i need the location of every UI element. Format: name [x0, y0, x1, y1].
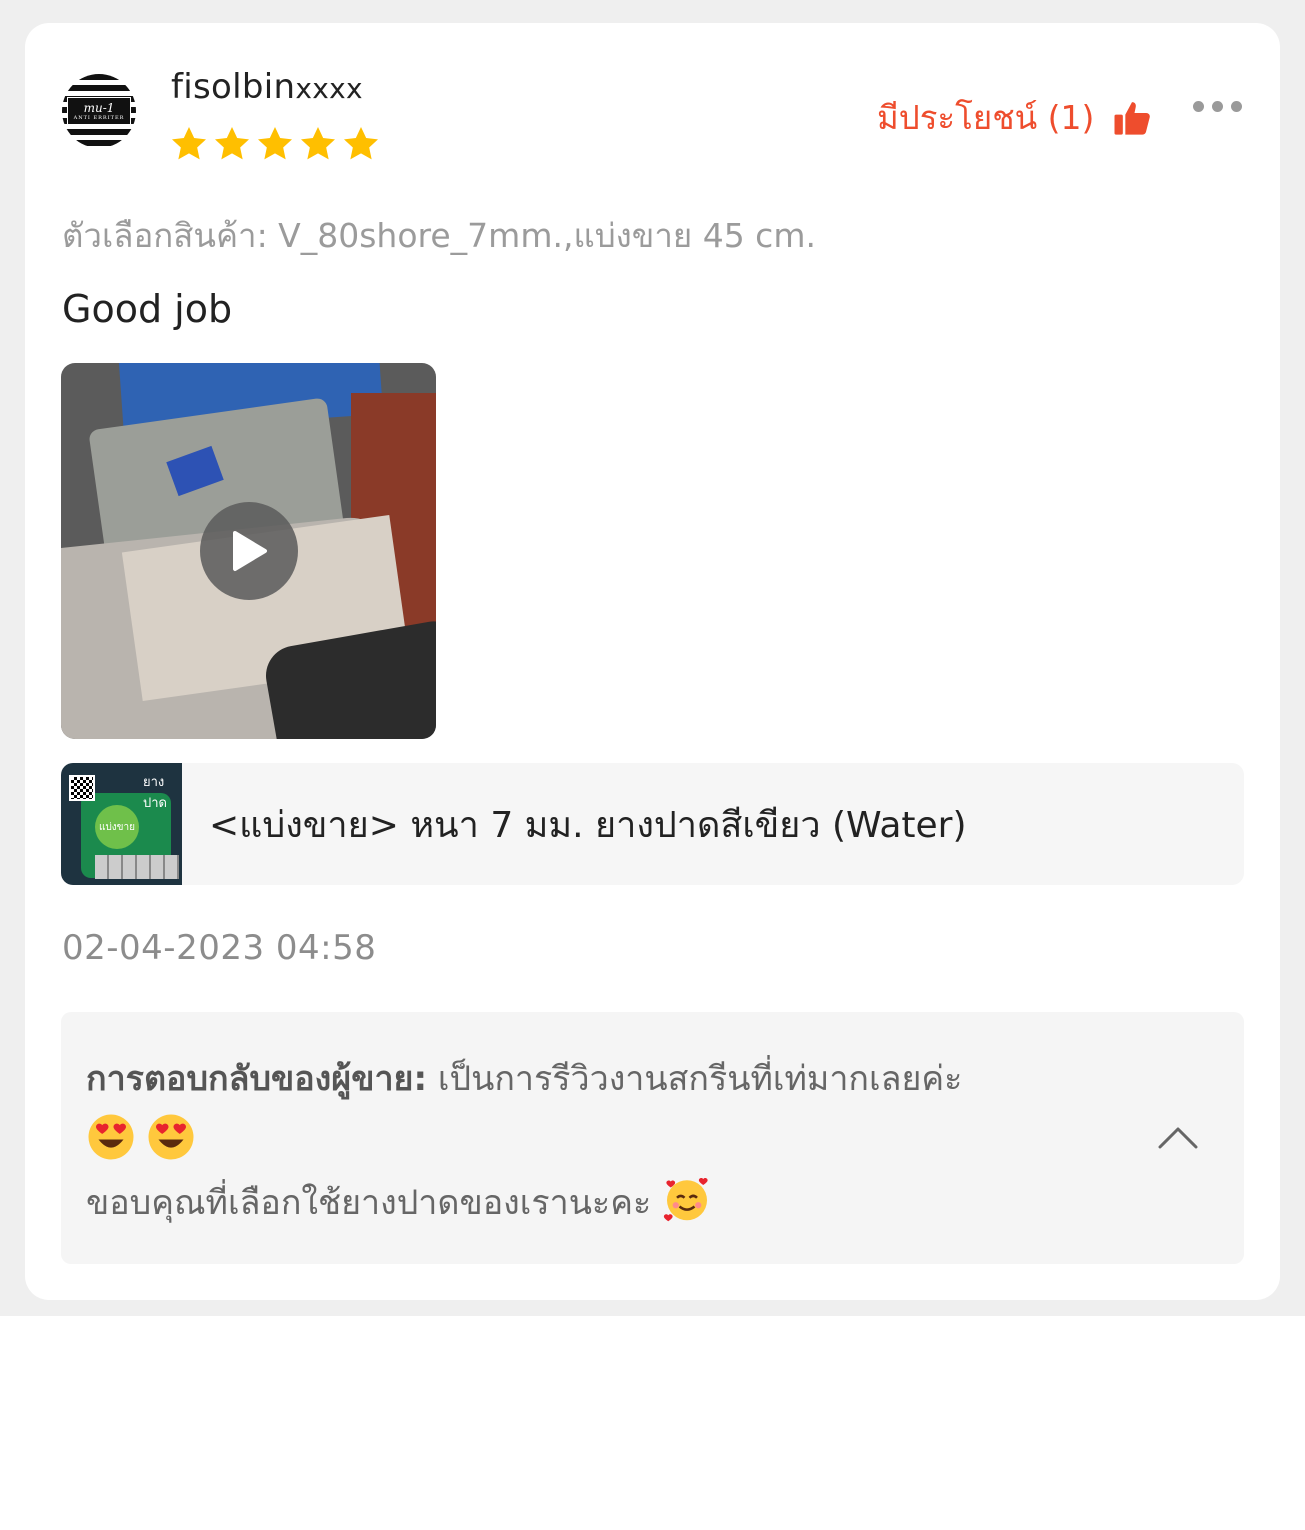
star-icon: [301, 127, 335, 160]
review-text: Good job: [62, 287, 233, 331]
product-thumbnail: ยางปาด แบ่งขาย: [61, 763, 182, 885]
seller-reply-text: การตอบกลับของผู้ขาย: เป็นการรีวิวงานสกรี…: [86, 1048, 1146, 1234]
review-timestamp: 02-04-2023 04:58: [62, 928, 377, 968]
seller-reply-label: การตอบกลับของผู้ขาย:: [86, 1059, 428, 1099]
username-prefix: fisolbin: [171, 67, 296, 107]
more-dot: [1231, 100, 1242, 112]
thumbs-up-icon: [1114, 101, 1151, 135]
product-thumb-badge: แบ่งขาย: [95, 805, 139, 849]
chevron-up-icon[interactable]: [1157, 1124, 1199, 1150]
rating-stars: [169, 124, 381, 164]
product-variant: ตัวเลือกสินค้า: V_80shore_7mm.,แบ่งขาย 4…: [62, 216, 816, 255]
qr-code: [69, 775, 95, 801]
helpful-button[interactable]: มีประโยชน์ (1): [877, 91, 1152, 144]
star-icon: [215, 127, 249, 160]
smiling-hearts-emoji: [663, 1177, 708, 1222]
more-dot: [1193, 100, 1204, 112]
play-button[interactable]: [200, 502, 298, 600]
product-image-table: [95, 855, 179, 879]
heart-eyes-emoji: [88, 1114, 134, 1160]
username: fisolbinxxxx: [171, 67, 363, 107]
more-icon[interactable]: [1193, 95, 1245, 117]
more-dot: [1212, 100, 1223, 112]
helpful-label: มีประโยชน์ (1): [877, 98, 1095, 137]
seller-reply-line1: เป็นการรีวิวงานสกรีนที่เท่มากเลยค่ะ: [427, 1059, 963, 1099]
seller-reply: การตอบกลับของผู้ขาย: เป็นการรีวิวงานสกรี…: [61, 1012, 1244, 1264]
username-mask: xxxx: [295, 72, 363, 105]
avatar[interactable]: mu-1 ANTI ERRITER: [62, 74, 136, 148]
star-icon: [172, 127, 206, 160]
seller-reply-line3: ขอบคุณที่เลือกใช้ยางปาดของเรานะคะ: [86, 1183, 652, 1223]
review-card: mu-1 ANTI ERRITER fisolbinxxxx มีประโยชน์…: [25, 23, 1280, 1300]
star-icon: [344, 127, 378, 160]
heart-eyes-emoji: [148, 1114, 194, 1160]
star-icon: [258, 127, 292, 160]
play-icon: [233, 531, 267, 571]
review-video[interactable]: [61, 363, 436, 739]
product-link[interactable]: ยางปาด แบ่งขาย <แบ่งขาย> หนา 7 มม. ยางปา…: [61, 763, 1244, 885]
product-thumb-label: ยางปาด: [143, 775, 167, 811]
product-name: <แบ่งขาย> หนา 7 มม. ยางปาดสีเขียว (Water…: [209, 804, 967, 846]
